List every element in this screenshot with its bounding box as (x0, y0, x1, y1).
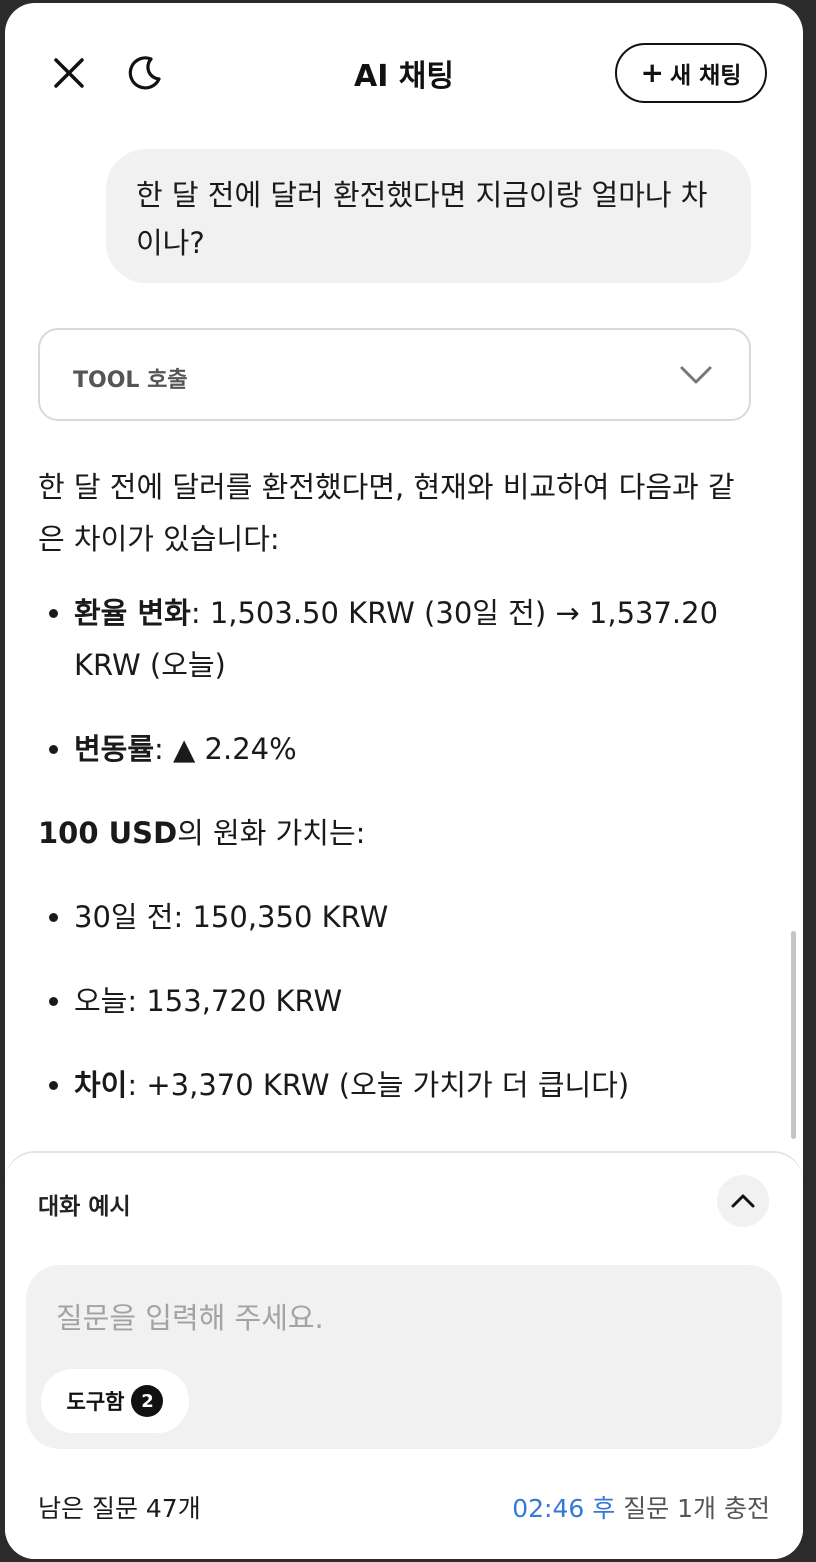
toolbox-label: 도구함 (66, 1390, 125, 1414)
message-list[interactable]: 한 달 전에 달러 환전했다면 지금이랑 얼마나 차이나? TOOL 호출 한 … (5, 143, 803, 1153)
rate-change-list: 환율 변화: 1,503.50 KRW (30일 전) → 1,537.20 K… (38, 587, 753, 775)
new-chat-button[interactable]: + 새 채팅 (615, 43, 767, 103)
header: AI 채팅 + 새 채팅 (5, 3, 803, 143)
plus-icon: + (640, 56, 664, 89)
scrollbar[interactable] (791, 931, 796, 1139)
toolbox-count-badge: 2 (131, 1385, 164, 1417)
toolbox-button[interactable]: 도구함 2 (41, 1369, 189, 1433)
examples-label: 대화 예시 (38, 1194, 131, 1220)
remaining-questions: 남은 질문 47개 (38, 1494, 201, 1523)
list-item: 오늘: 153,720 KRW (74, 975, 753, 1027)
assistant-answer: 한 달 전에 달러를 환전했다면, 현재와 비교하여 다음과 같은 차이가 있습… (38, 461, 753, 1111)
list-item: 30일 전: 150,350 KRW (74, 891, 753, 943)
recharge-time: 02:46 후 (512, 1494, 616, 1523)
question-input-area: 도구함 2 (26, 1265, 782, 1449)
value-heading: 100 USD의 원화 가치는: (38, 816, 366, 850)
new-chat-label: 새 채팅 (669, 63, 742, 89)
tool-call-label: TOOL 호출 (73, 368, 188, 393)
recharge-info: 02:46 후 질문 1개 충전 (512, 1489, 770, 1525)
value-list: 30일 전: 150,350 KRW 오늘: 153,720 KRW 차이: +… (38, 891, 753, 1111)
chevron-down-icon (680, 366, 712, 384)
tool-call-toggle[interactable]: TOOL 호출 (38, 328, 751, 421)
recharge-text: 질문 1개 충전 (615, 1494, 770, 1523)
chevron-up-icon (731, 1194, 755, 1208)
user-message-bubble: 한 달 전에 달러 환전했다면 지금이랑 얼마나 차이나? (106, 149, 751, 283)
composer: 대화 예시 도구함 2 남은 질문 47개 02:46 후 질문 1개 충전 (5, 1151, 803, 1559)
answer-intro: 한 달 전에 달러를 환전했다면, 현재와 비교하여 다음과 같은 차이가 있습… (38, 470, 735, 556)
list-item: 차이: +3,370 KRW (오늘 가치가 더 큽니다) (74, 1059, 753, 1111)
chat-panel: AI 채팅 + 새 채팅 한 달 전에 달러 환전했다면 지금이랑 얼마나 차이… (5, 3, 803, 1559)
examples-collapse-button[interactable] (717, 1175, 769, 1227)
list-item: 변동률: ▲ 2.24% (74, 723, 753, 775)
question-input[interactable] (54, 1293, 758, 1347)
list-item: 환율 변화: 1,503.50 KRW (30일 전) → 1,537.20 K… (74, 587, 753, 691)
